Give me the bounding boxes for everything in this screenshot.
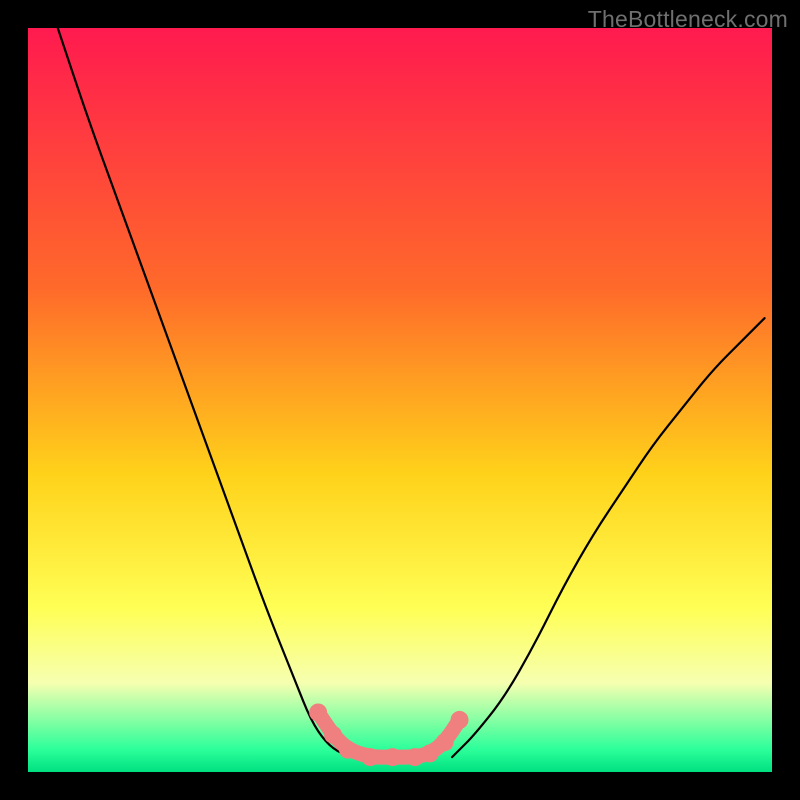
marker-dot [324, 726, 342, 744]
marker-dot [436, 733, 454, 751]
marker-dot [421, 744, 439, 762]
plot-area [28, 28, 772, 772]
chart-svg [28, 28, 772, 772]
marker-dot [361, 748, 379, 766]
marker-dot [309, 703, 327, 721]
marker-dot [384, 748, 402, 766]
chart-frame: TheBottleneck.com [0, 0, 800, 800]
marker-dot [339, 741, 357, 759]
marker-dot [451, 711, 469, 729]
gradient-rect [28, 28, 772, 772]
